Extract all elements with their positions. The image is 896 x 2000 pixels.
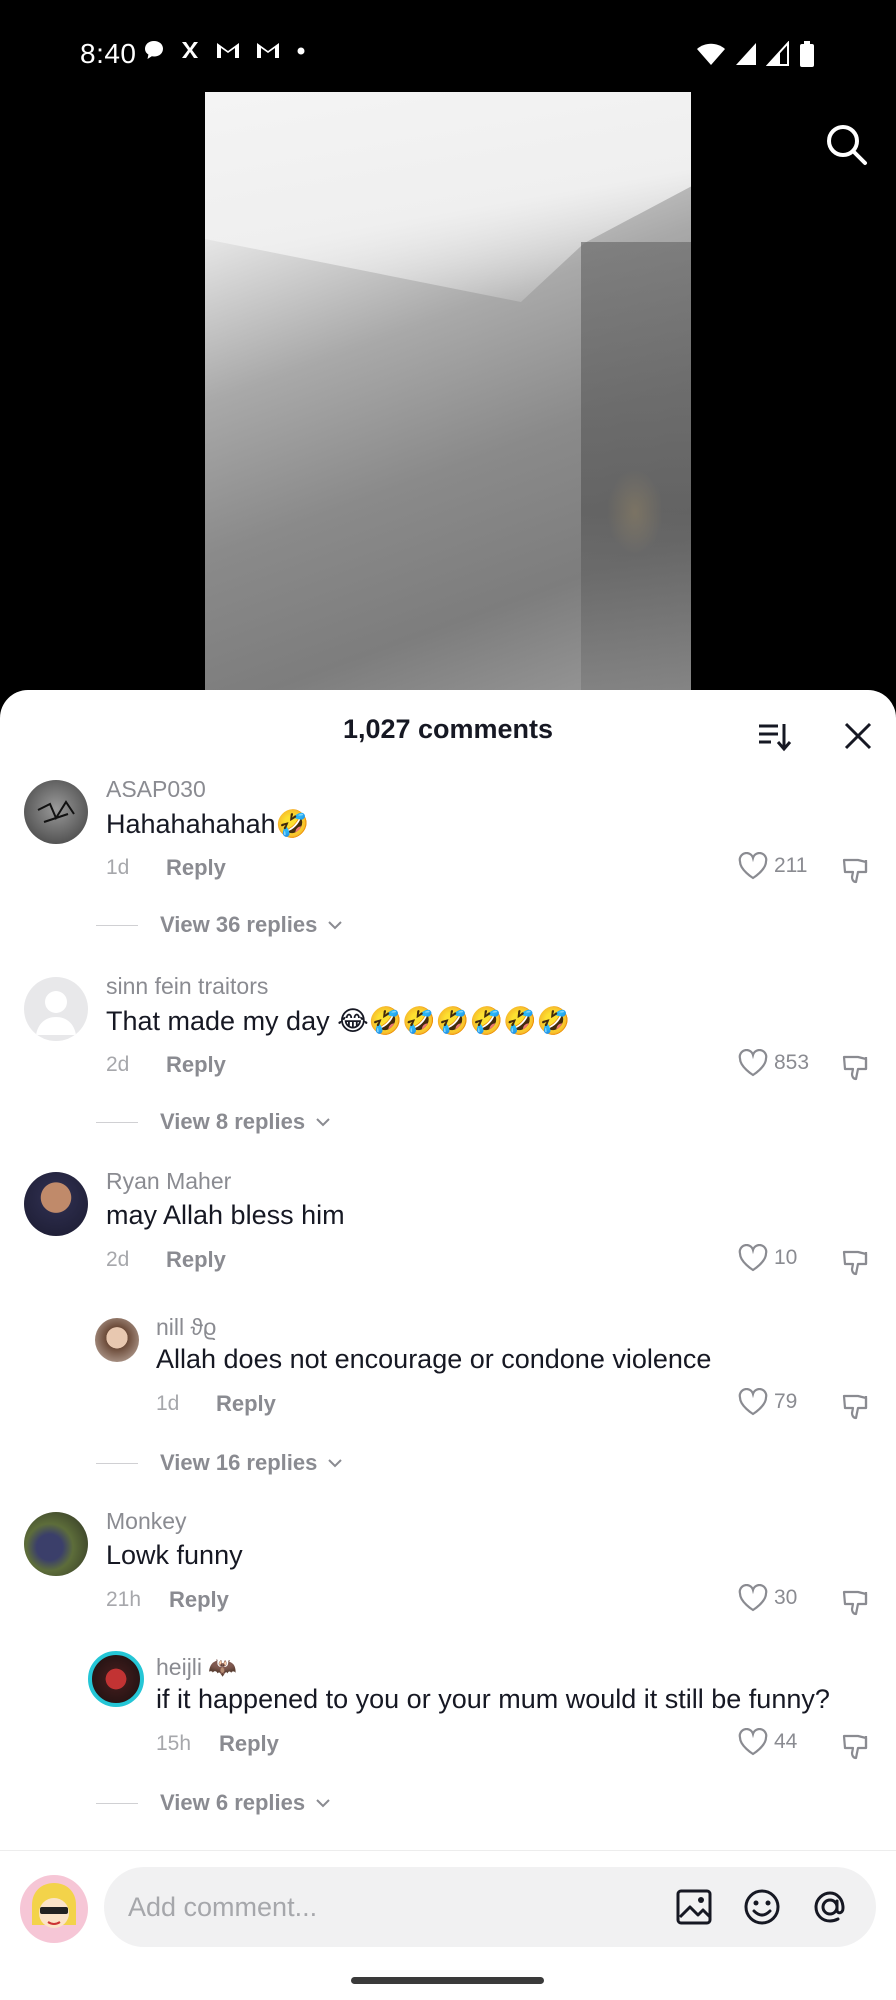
reply-text: if it happened to you or your mum would … bbox=[156, 1684, 830, 1714]
reply-button[interactable]: Reply bbox=[219, 1731, 279, 1757]
like-count: 10 bbox=[774, 1246, 798, 1269]
comment-time: 2d bbox=[106, 1248, 130, 1271]
comment-text: That made my day 😂🤣🤣🤣🤣🤣🤣 bbox=[106, 1006, 571, 1036]
heart-icon bbox=[738, 852, 768, 880]
dislike-icon[interactable] bbox=[840, 854, 872, 886]
avatar[interactable] bbox=[24, 780, 88, 844]
my-avatar[interactable] bbox=[20, 1875, 88, 1943]
emoji-icon[interactable] bbox=[742, 1887, 782, 1927]
image-icon[interactable] bbox=[674, 1887, 714, 1927]
like-count: 79 bbox=[774, 1390, 798, 1413]
view-replies-label: View 6 replies bbox=[160, 1790, 306, 1815]
heart-icon bbox=[738, 1728, 768, 1756]
avatar[interactable] bbox=[24, 1512, 88, 1576]
comment-text: Lowk funny bbox=[106, 1540, 243, 1570]
reply-button[interactable]: Reply bbox=[216, 1391, 276, 1417]
divider bbox=[96, 1121, 138, 1123]
reply-username[interactable]: heijli 🦇 bbox=[156, 1654, 237, 1681]
dislike-icon[interactable] bbox=[840, 1051, 872, 1083]
heart-icon bbox=[738, 1244, 768, 1272]
avatar[interactable] bbox=[24, 1172, 88, 1236]
comments-sheet: 1,027 comments ASAP030 Hahahahahah🤣 1d R… bbox=[0, 690, 896, 2000]
video-player[interactable] bbox=[205, 92, 691, 692]
chevron-down-icon bbox=[328, 921, 343, 930]
signal-icon bbox=[736, 43, 756, 65]
comment-input[interactable] bbox=[128, 1867, 648, 1947]
view-replies-button[interactable]: View 16 replies bbox=[96, 1450, 343, 1476]
home-indicator[interactable] bbox=[351, 1977, 544, 1984]
chevron-down-icon bbox=[316, 1799, 330, 1808]
reply-time: 15h bbox=[156, 1732, 192, 1755]
like-button[interactable]: 211 bbox=[738, 852, 807, 880]
view-replies-label: View 36 replies bbox=[160, 912, 318, 937]
view-replies-label: View 8 replies bbox=[160, 1109, 306, 1134]
reply-avatar[interactable] bbox=[95, 1318, 139, 1362]
comment-username[interactable]: Ryan Maher bbox=[106, 1168, 231, 1195]
comment-text: Hahahahahah🤣 bbox=[106, 809, 310, 839]
chevron-down-icon bbox=[328, 1459, 343, 1468]
like-count: 211 bbox=[774, 854, 808, 877]
comment-time: 2d bbox=[106, 1053, 130, 1076]
dislike-icon[interactable] bbox=[840, 1390, 872, 1422]
notification-icons bbox=[142, 38, 308, 62]
dot-icon bbox=[297, 47, 305, 55]
sort-icon[interactable] bbox=[756, 718, 792, 754]
wifi-icon bbox=[697, 43, 725, 65]
battery-icon bbox=[800, 41, 814, 67]
view-replies-button[interactable]: View 6 replies bbox=[96, 1790, 331, 1816]
reply-button[interactable]: Reply bbox=[169, 1587, 229, 1613]
reply-username[interactable]: nill ϑϱ bbox=[156, 1314, 216, 1341]
like-count: 44 bbox=[774, 1730, 798, 1753]
divider bbox=[96, 1462, 138, 1464]
like-button[interactable]: 10 bbox=[738, 1244, 797, 1272]
heart-icon bbox=[738, 1584, 768, 1612]
view-replies-button[interactable]: View 36 replies bbox=[96, 912, 343, 938]
heart-icon bbox=[738, 1388, 768, 1416]
comment-text: may Allah bless him bbox=[106, 1200, 345, 1230]
comment-composer bbox=[0, 1850, 896, 2000]
comment-input-container bbox=[104, 1867, 876, 1947]
dislike-icon[interactable] bbox=[840, 1586, 872, 1618]
system-icons bbox=[696, 40, 816, 68]
like-button[interactable]: 79 bbox=[738, 1388, 797, 1416]
like-count: 30 bbox=[774, 1586, 798, 1609]
divider bbox=[96, 924, 138, 926]
mention-icon[interactable] bbox=[810, 1887, 850, 1927]
search-icon[interactable] bbox=[822, 120, 870, 168]
close-icon[interactable] bbox=[840, 718, 876, 754]
reply-avatar[interactable] bbox=[88, 1651, 144, 1707]
chat-bubble-icon bbox=[145, 41, 163, 59]
signal-icon bbox=[766, 41, 789, 66]
chevron-down-icon bbox=[316, 1118, 330, 1127]
comment-username[interactable]: Monkey bbox=[106, 1508, 187, 1535]
gmail-icon bbox=[217, 43, 239, 58]
like-button[interactable]: 30 bbox=[738, 1584, 797, 1612]
dislike-icon[interactable] bbox=[840, 1246, 872, 1278]
avatar[interactable] bbox=[24, 977, 88, 1041]
status-bar: 8:40 bbox=[0, 0, 896, 90]
gmail-icon bbox=[257, 43, 279, 58]
comment-time: 21h bbox=[106, 1588, 142, 1611]
reply-button[interactable]: Reply bbox=[166, 855, 226, 881]
heart-icon bbox=[738, 1049, 768, 1077]
comment-username[interactable]: sinn fein traitors bbox=[106, 973, 268, 1000]
like-button[interactable]: 853 bbox=[738, 1049, 809, 1077]
reply-button[interactable]: Reply bbox=[166, 1247, 226, 1273]
comment-time: 1d bbox=[106, 856, 130, 879]
reply-time: 1d bbox=[156, 1392, 180, 1415]
status-time: 8:40 bbox=[80, 38, 137, 69]
comments-header: 1,027 comments bbox=[0, 690, 896, 774]
like-count: 853 bbox=[774, 1051, 810, 1074]
view-replies-button[interactable]: View 8 replies bbox=[96, 1109, 331, 1135]
x-app-icon bbox=[182, 42, 198, 58]
reply-text: Allah does not encourage or condone viol… bbox=[156, 1344, 712, 1374]
view-replies-label: View 16 replies bbox=[160, 1450, 318, 1475]
reply-button[interactable]: Reply bbox=[166, 1052, 226, 1078]
comment-username[interactable]: ASAP030 bbox=[106, 776, 206, 803]
divider bbox=[96, 1802, 138, 1804]
dislike-icon[interactable] bbox=[840, 1730, 872, 1762]
like-button[interactable]: 44 bbox=[738, 1728, 797, 1756]
